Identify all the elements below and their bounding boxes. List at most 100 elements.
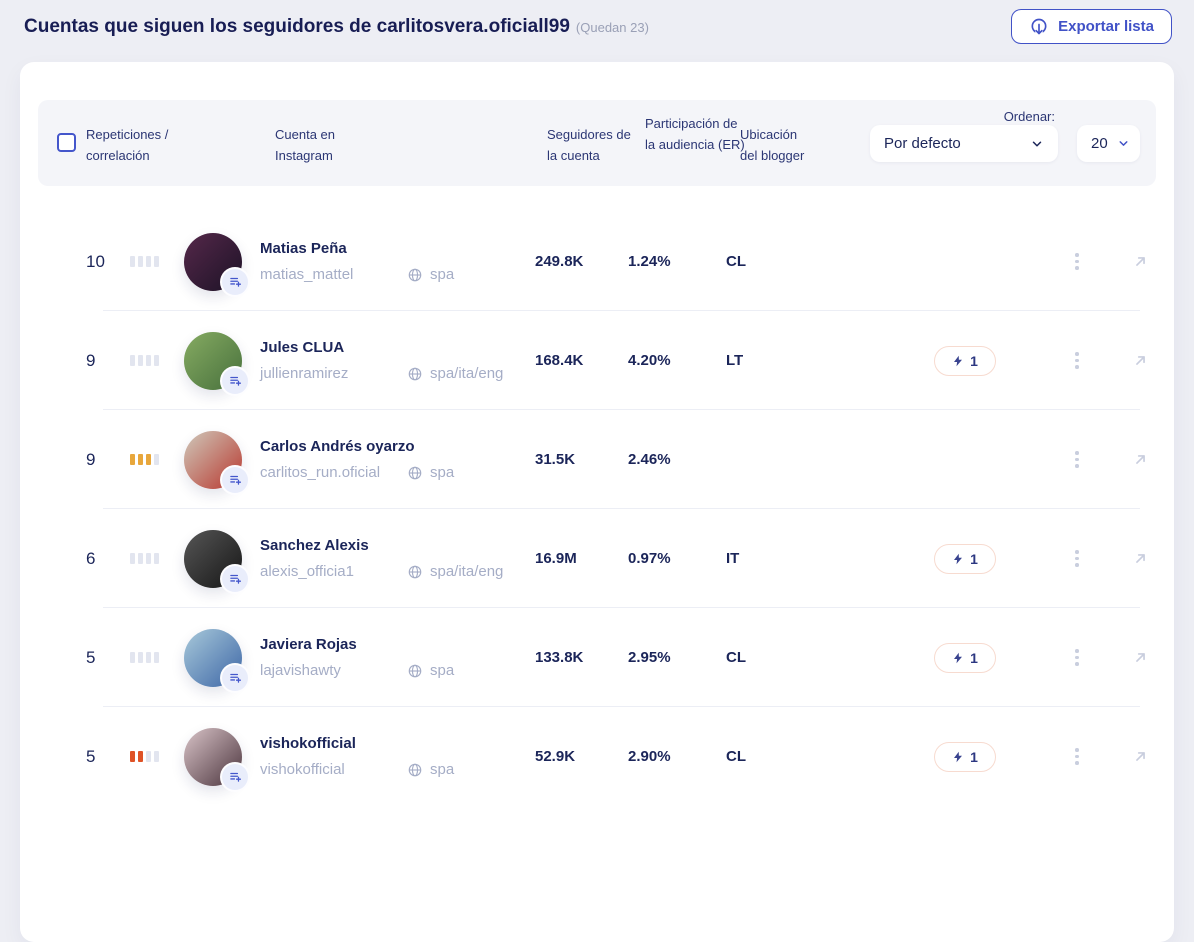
correlation-bar — [146, 553, 151, 564]
select-all-checkbox[interactable] — [57, 133, 76, 152]
row-menu-button[interactable] — [1059, 451, 1095, 468]
blogger-location: IT — [726, 550, 786, 567]
reports-cell: 1 — [933, 544, 997, 574]
dot — [1075, 253, 1079, 257]
repetitions-count: 9 — [86, 351, 130, 371]
languages-label: spa/ita/eng — [430, 563, 503, 580]
row-menu-button[interactable] — [1059, 649, 1095, 666]
sort-select-value: Por defecto — [884, 135, 961, 152]
account-cell: Carlos Andrés oyarzo carlitos_run.oficia… — [260, 438, 407, 481]
account-languages: spa/ita/eng — [407, 365, 535, 382]
external-arrow-icon — [1132, 253, 1149, 270]
correlation-bars — [130, 256, 184, 267]
dot — [1075, 260, 1079, 264]
correlation-bar — [154, 553, 159, 564]
avatar[interactable] — [184, 728, 242, 786]
followers-count: 168.4K — [535, 352, 628, 369]
avatar[interactable] — [184, 233, 242, 291]
correlation-bars — [130, 454, 184, 465]
reports-badge[interactable]: 1 — [934, 742, 996, 772]
avatar[interactable] — [184, 530, 242, 588]
avatar[interactable] — [184, 431, 242, 489]
results-card: Repeticiones / correlación Cuenta en Ins… — [20, 62, 1174, 942]
dot — [1075, 563, 1079, 567]
account-name: Matias Peña — [260, 240, 407, 257]
dot — [1075, 656, 1079, 660]
correlation-bar — [138, 553, 143, 564]
followers-count: 249.8K — [535, 253, 628, 270]
account-cell: Javiera Rojas lajavishawty — [260, 636, 407, 679]
repetitions-count: 9 — [86, 450, 130, 470]
avatar-cell — [184, 530, 260, 588]
add-to-list-icon[interactable] — [222, 665, 248, 691]
correlation-bar — [146, 751, 151, 762]
correlation-bar — [138, 256, 143, 267]
account-languages: spa — [407, 662, 535, 679]
languages-label: spa/ita/eng — [430, 365, 503, 382]
engagement-rate: 2.46% — [628, 451, 726, 468]
add-to-list-icon[interactable] — [222, 467, 248, 493]
open-profile-button[interactable] — [1120, 748, 1160, 765]
engagement-rate: 4.20% — [628, 352, 726, 369]
dot — [1075, 352, 1079, 356]
globe-icon — [407, 663, 423, 679]
repetitions-count: 6 — [86, 549, 130, 569]
reports-badge[interactable]: 1 — [934, 544, 996, 574]
correlation-bar — [130, 652, 135, 663]
table-toolbar: Repeticiones / correlación Cuenta en Ins… — [38, 100, 1156, 186]
reports-count: 1 — [970, 551, 978, 567]
page-header: Cuentas que siguen los seguidores de car… — [0, 0, 1194, 62]
export-list-button[interactable]: Exportar lista — [1011, 9, 1172, 44]
add-to-list-icon[interactable] — [222, 368, 248, 394]
dot — [1075, 761, 1079, 765]
table-row: 9 Jules CLUA jullienramirez spa — [20, 311, 1174, 410]
external-arrow-icon — [1132, 352, 1149, 369]
row-menu-button[interactable] — [1059, 352, 1095, 369]
external-arrow-icon — [1132, 748, 1149, 765]
dot — [1075, 458, 1079, 462]
open-profile-button[interactable] — [1120, 253, 1160, 270]
page-size-select[interactable]: 20 — [1077, 125, 1140, 162]
correlation-bars — [130, 355, 184, 366]
correlation-bar — [138, 652, 143, 663]
open-profile-button[interactable] — [1120, 550, 1160, 567]
correlation-bars — [130, 652, 184, 663]
row-menu-button[interactable] — [1059, 550, 1095, 567]
accounts-list: 10 Matias Peña matias_mattel sp — [20, 212, 1174, 806]
avatar[interactable] — [184, 629, 242, 687]
engagement-rate: 2.95% — [628, 649, 726, 666]
row-menu-button[interactable] — [1059, 748, 1095, 765]
open-profile-button[interactable] — [1120, 451, 1160, 468]
blogger-location: CL — [726, 253, 786, 270]
add-to-list-icon[interactable] — [222, 566, 248, 592]
repetitions-count: 5 — [86, 648, 130, 668]
account-username: lajavishawty — [260, 662, 407, 679]
open-profile-button[interactable] — [1120, 352, 1160, 369]
chevron-down-icon — [1117, 137, 1130, 150]
engagement-rate: 2.90% — [628, 748, 726, 765]
add-to-list-icon[interactable] — [222, 269, 248, 295]
dot — [1075, 662, 1079, 666]
dot — [1075, 557, 1079, 561]
dot — [1075, 755, 1079, 759]
page-title: Cuentas que siguen los seguidores de car… — [24, 16, 649, 38]
account-name: Carlos Andrés oyarzo — [260, 438, 407, 455]
account-username: vishokofficial — [260, 761, 407, 778]
lightning-icon — [952, 750, 964, 764]
table-row: 9 Carlos Andrés oyarzo carlitos_run.ofic… — [20, 410, 1174, 509]
row-menu-button[interactable] — [1059, 253, 1095, 270]
globe-icon — [407, 366, 423, 382]
avatar[interactable] — [184, 332, 242, 390]
reports-badge[interactable]: 1 — [934, 643, 996, 673]
sort-select[interactable]: Por defecto — [870, 125, 1058, 162]
page-title-text: Cuentas que siguen los seguidores de car… — [24, 16, 570, 37]
add-to-list-icon[interactable] — [222, 764, 248, 790]
account-cell: Jules CLUA jullienramirez — [260, 339, 407, 382]
column-header-followers: Seguidores de la cuenta — [547, 125, 633, 167]
account-name: Jules CLUA — [260, 339, 407, 356]
reports-badge[interactable]: 1 — [934, 346, 996, 376]
column-header-er: Participación de la audiencia (ER) — [645, 114, 745, 156]
external-arrow-icon — [1132, 649, 1149, 666]
open-profile-button[interactable] — [1120, 649, 1160, 666]
reports-count: 1 — [970, 749, 978, 765]
